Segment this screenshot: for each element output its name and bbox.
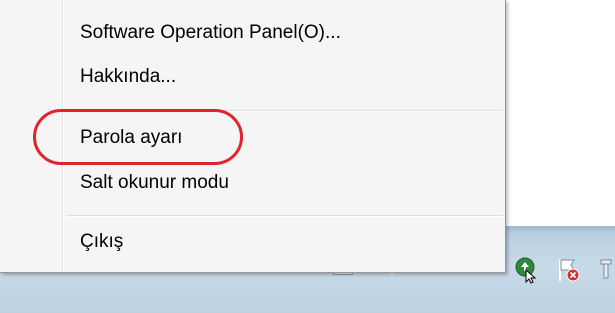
partial-tray-icon[interactable] xyxy=(598,256,615,282)
action-center-flag-icon[interactable] xyxy=(556,256,582,284)
menu-separator xyxy=(67,215,503,217)
menu-item-exit[interactable]: Çıkış xyxy=(80,230,123,254)
screenshot-stage: EN Software Operation Panel(O)... Hakkın… xyxy=(0,0,615,313)
menu-item-software-operation-panel[interactable]: Software Operation Panel(O)... xyxy=(80,21,341,45)
menu-item-read-only-mode[interactable]: Salt okunur modu xyxy=(80,171,229,195)
menu-item-about[interactable]: Hakkında... xyxy=(80,65,176,89)
scanner-tray-icon[interactable] xyxy=(513,256,541,284)
highlight-annotation-oval xyxy=(33,109,243,165)
